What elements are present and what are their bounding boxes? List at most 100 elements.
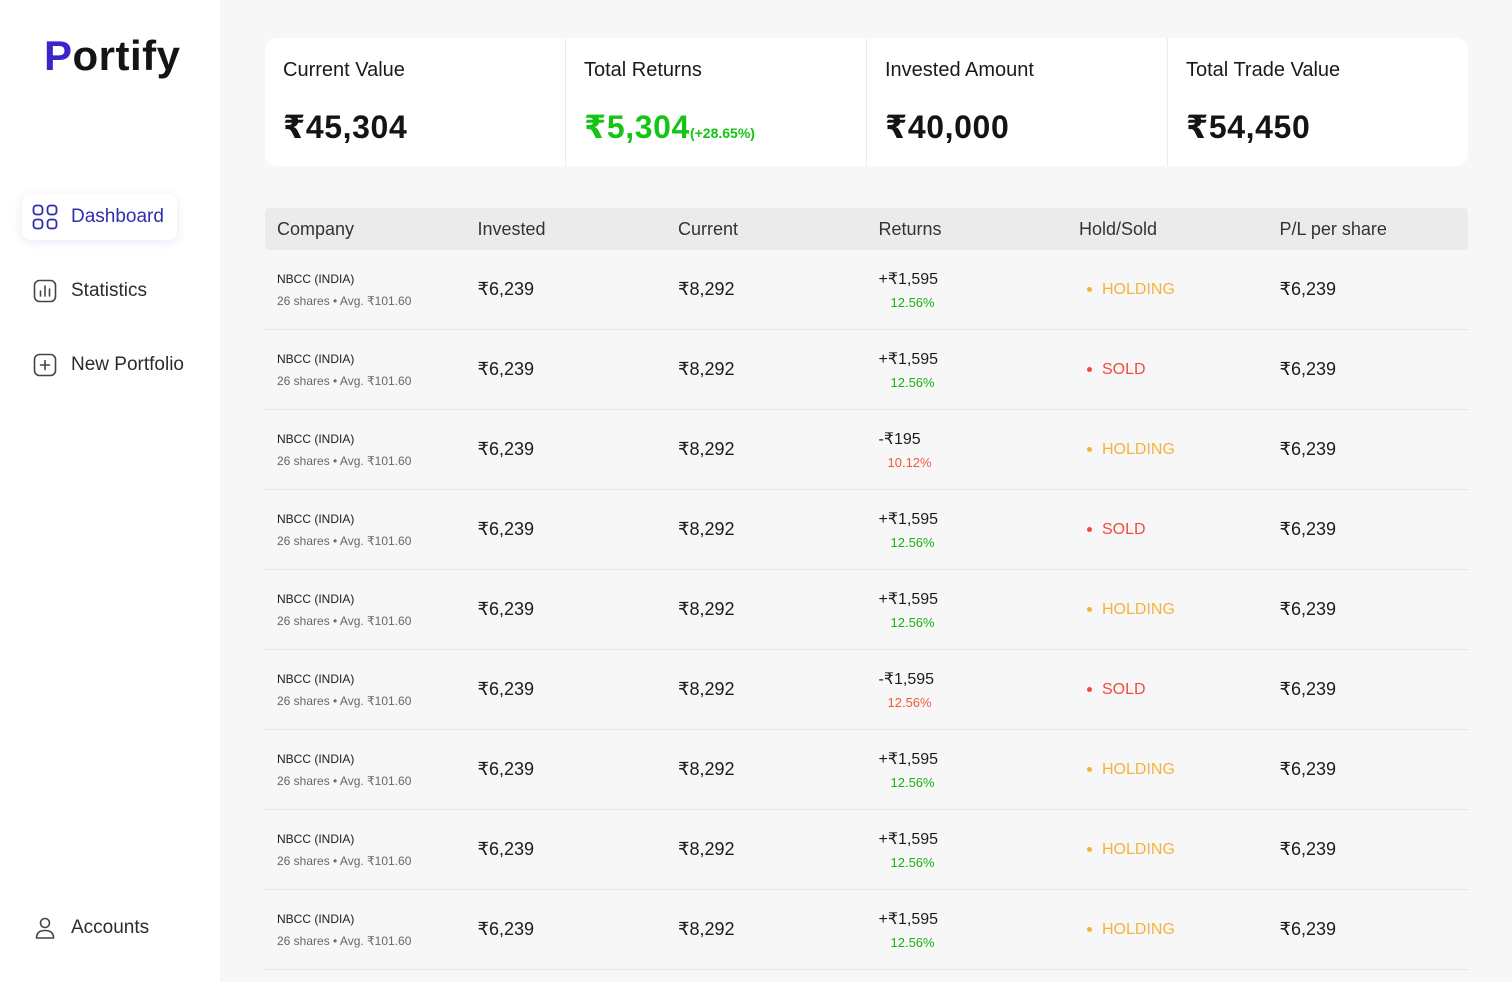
status-badge: SOLD — [1079, 681, 1268, 699]
status-badge: HOLDING — [1079, 441, 1268, 459]
sidebar-item-label: New Portfolio — [71, 354, 184, 375]
returns-cell: +₹1,595 12.56% — [867, 909, 1068, 950]
company-cell: NBCC (INDIA) 26 shares • Avg. ₹101.60 — [265, 672, 466, 708]
status-dot-icon — [1087, 687, 1092, 692]
app-logo[interactable]: Portify — [44, 32, 181, 80]
table-header: Company Invested Current Returns Hold/So… — [265, 208, 1468, 250]
status-cell: SOLD — [1067, 681, 1268, 699]
returns-value: +₹1,595 — [878, 591, 939, 608]
status-dot-icon — [1087, 767, 1092, 772]
current-value-card: Current Value ₹45,304 — [265, 38, 566, 166]
table-row[interactable]: NBCC (INDIA) 26 shares • Avg. ₹101.60 ₹6… — [265, 250, 1468, 330]
invested-cell: ₹6,239 — [477, 759, 535, 779]
company-cell: NBCC (INDIA) 26 shares • Avg. ₹101.60 — [265, 832, 466, 868]
sidebar-item-statistics[interactable]: Statistics — [22, 268, 177, 314]
current-cell: ₹8,292 — [678, 759, 735, 779]
returns-percent: 12.56% — [890, 935, 935, 950]
returns-cell: -₹195 10.12% — [867, 429, 1068, 470]
company-cell: NBCC (INDIA) 26 shares • Avg. ₹101.60 — [265, 272, 466, 308]
company-details: 26 shares • Avg. ₹101.60 — [277, 373, 412, 388]
total-returns-card: Total Returns ₹5,304(+28.65%) — [566, 38, 867, 166]
status-label: HOLDING — [1102, 920, 1175, 938]
pl-per-share-cell: ₹6,239 — [1279, 919, 1337, 939]
status-dot-icon — [1087, 527, 1092, 532]
company-name: NBCC (INDIA) — [277, 911, 355, 926]
company-details: 26 shares • Avg. ₹101.60 — [277, 613, 412, 628]
pl-per-share-cell: ₹6,239 — [1279, 599, 1337, 619]
bar-chart-icon — [32, 278, 58, 304]
invested-cell: ₹6,239 — [477, 279, 535, 299]
returns-value: -₹195 — [878, 431, 921, 448]
status-cell: SOLD — [1067, 361, 1268, 379]
status-dot-icon — [1087, 367, 1092, 372]
status-dot-icon — [1087, 927, 1092, 932]
status-label: HOLDING — [1102, 760, 1175, 778]
header-pl-per-share[interactable]: P/L per share — [1268, 219, 1469, 240]
returns-amount: ₹5,304 — [584, 109, 690, 145]
company-name: NBCC (INDIA) — [277, 351, 355, 366]
sidebar-item-new-portfolio[interactable]: New Portfolio — [22, 342, 207, 388]
invested-cell: ₹6,239 — [477, 519, 535, 539]
table-row[interactable]: NBCC (INDIA) 26 shares • Avg. ₹101.60 ₹6… — [265, 730, 1468, 810]
status-badge: SOLD — [1079, 521, 1268, 539]
pl-per-share-cell: ₹6,239 — [1279, 359, 1337, 379]
card-value: ₹5,304(+28.65%) — [584, 108, 848, 146]
sidebar-item-label: Accounts — [71, 917, 150, 938]
header-returns[interactable]: Returns — [867, 219, 1068, 240]
table-row[interactable]: NBCC (INDIA) 26 shares • Avg. ₹101.60 ₹6… — [265, 490, 1468, 570]
returns-percent: 12.56% — [887, 695, 932, 710]
company-cell: NBCC (INDIA) 26 shares • Avg. ₹101.60 — [265, 752, 466, 788]
header-invested[interactable]: Invested — [466, 219, 667, 240]
status-cell: HOLDING — [1067, 601, 1268, 619]
returns-percent: 12.56% — [890, 775, 935, 790]
header-hold-sold[interactable]: Hold/Sold — [1067, 219, 1268, 240]
pl-per-share-cell: ₹6,239 — [1279, 279, 1337, 299]
company-cell: NBCC (INDIA) 26 shares • Avg. ₹101.60 — [265, 352, 466, 388]
pl-per-share-cell: ₹6,239 — [1279, 519, 1337, 539]
company-cell: NBCC (INDIA) 26 shares • Avg. ₹101.60 — [265, 432, 466, 468]
sidebar-item-dashboard[interactable]: Dashboard — [22, 194, 177, 240]
status-dot-icon — [1087, 447, 1092, 452]
company-name: NBCC (INDIA) — [277, 671, 355, 686]
logo-first-letter: P — [44, 32, 73, 79]
returns-percent: 12.56% — [890, 535, 935, 550]
table-row[interactable]: NBCC (INDIA) 26 shares • Avg. ₹101.60 ₹6… — [265, 330, 1468, 410]
header-current[interactable]: Current — [666, 219, 867, 240]
current-cell: ₹8,292 — [678, 279, 735, 299]
company-details: 26 shares • Avg. ₹101.60 — [277, 693, 412, 708]
invested-cell: ₹6,239 — [477, 919, 535, 939]
company-details: 26 shares • Avg. ₹101.60 — [277, 933, 412, 948]
current-cell: ₹8,292 — [678, 839, 735, 859]
status-dot-icon — [1087, 607, 1092, 612]
table-row[interactable]: NBCC (INDIA) 26 shares • Avg. ₹101.60 ₹6… — [265, 650, 1468, 730]
returns-cell: +₹1,595 12.56% — [867, 589, 1068, 630]
invested-cell: ₹6,239 — [477, 359, 535, 379]
invested-cell: ₹6,239 — [477, 839, 535, 859]
status-badge: HOLDING — [1079, 921, 1268, 939]
returns-value: +₹1,595 — [878, 271, 939, 288]
table-row[interactable]: NBCC (INDIA) 26 shares • Avg. ₹101.60 ₹6… — [265, 410, 1468, 490]
header-company[interactable]: Company — [265, 219, 466, 240]
status-label: SOLD — [1102, 520, 1146, 538]
invested-cell: ₹6,239 — [477, 599, 535, 619]
status-label: HOLDING — [1102, 440, 1175, 458]
total-trade-value-card: Total Trade Value ₹54,450 — [1168, 38, 1468, 166]
status-cell: HOLDING — [1067, 841, 1268, 859]
sidebar-item-accounts[interactable]: Accounts — [22, 905, 177, 951]
returns-percent: 12.56% — [890, 615, 935, 630]
grid-icon — [32, 204, 58, 230]
invested-cell: ₹6,239 — [477, 679, 535, 699]
table-row[interactable]: NBCC (INDIA) 26 shares • Avg. ₹101.60 ₹6… — [265, 570, 1468, 650]
table-row[interactable]: NBCC (INDIA) 26 shares • Avg. ₹101.60 ₹6… — [265, 810, 1468, 890]
current-cell: ₹8,292 — [678, 919, 735, 939]
current-cell: ₹8,292 — [678, 679, 735, 699]
card-title: Total Returns — [584, 59, 702, 81]
invested-cell: ₹6,239 — [477, 439, 535, 459]
table-row[interactable]: NBCC (INDIA) 26 shares • Avg. ₹101.60 ₹6… — [265, 890, 1468, 970]
plus-square-icon — [32, 352, 58, 378]
status-badge: SOLD — [1079, 361, 1268, 379]
returns-percent: 12.56% — [890, 855, 935, 870]
company-cell: NBCC (INDIA) 26 shares • Avg. ₹101.60 — [265, 592, 466, 628]
returns-value: +₹1,595 — [878, 351, 939, 368]
card-value: ₹54,450 — [1186, 109, 1311, 145]
